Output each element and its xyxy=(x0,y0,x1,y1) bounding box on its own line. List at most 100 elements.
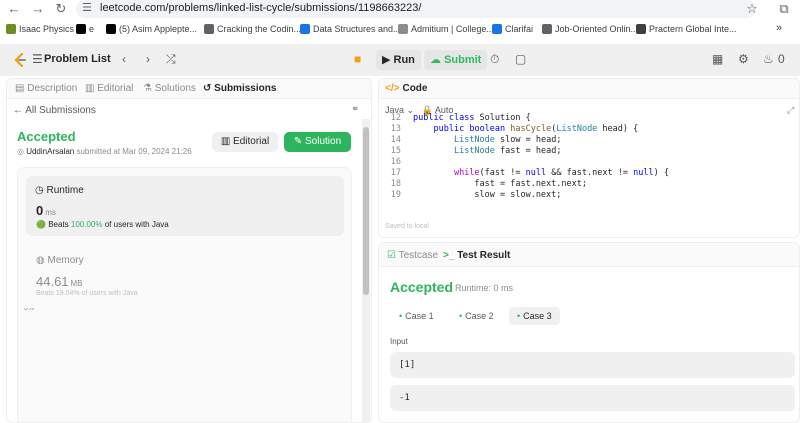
memory-title-text: Memory xyxy=(47,255,84,266)
input-head-box: [1] xyxy=(390,352,795,378)
bookmark-item[interactable]: (5) Asim Applepte... xyxy=(106,24,197,34)
saved-status: Saved to local xyxy=(385,223,429,230)
bookmark-label: Data Structures and... xyxy=(313,24,401,34)
runtime-beats-value: 100.00% xyxy=(70,220,103,229)
runtime-title: ◷ Runtime xyxy=(35,185,84,196)
test-runtime: Runtime: 0 ms xyxy=(455,283,514,293)
link-icon[interactable]: ⚭ xyxy=(351,104,359,115)
submit-button[interactable]: ☁ Submit xyxy=(424,50,488,70)
bookmark-item[interactable]: Job-Oriented Onlin... xyxy=(542,24,638,34)
case-3-tab[interactable]: • Case 3 xyxy=(509,307,560,325)
code-text: public class Solution { xyxy=(413,113,531,123)
code-editor[interactable]: 12 public class Solution {13 public boole… xyxy=(379,113,799,213)
streak-icon[interactable]: ♨ xyxy=(763,52,774,66)
bookmark-favicon-icon xyxy=(300,24,310,34)
scrollbar-thumb[interactable] xyxy=(363,127,369,295)
debug-icon[interactable]: ■ xyxy=(354,52,361,66)
notes-icon[interactable]: ▢ xyxy=(515,52,526,66)
username[interactable]: UddinArsalan xyxy=(26,147,74,156)
runtime-beats: 🟢 Beats 100.00% of users with Java xyxy=(36,220,169,229)
bookmark-item[interactable]: e xyxy=(76,24,94,34)
runtime-card[interactable]: ◷ Runtime 0 ms 🟢 Beats 100.00% of users w… xyxy=(26,176,344,236)
submit-label: Submit xyxy=(444,54,482,66)
tab-description-label: Description xyxy=(27,83,78,94)
site-info-icon[interactable]: ☰ xyxy=(82,1,92,14)
code-line: 17 while(fast != null && fast.next != nu… xyxy=(379,168,799,179)
tab-test-result-label: Test Result xyxy=(457,250,511,261)
back-arrow-icon[interactable]: ← xyxy=(6,1,22,17)
checkbox-icon: ☑ xyxy=(387,250,396,261)
code-line: 18 fast = fast.next.next; xyxy=(379,179,799,190)
leetcode-logo-icon[interactable] xyxy=(12,52,28,68)
tab-solutions[interactable]: ⚗ Solutions xyxy=(143,83,196,94)
tab-testcase[interactable]: ☑ Testcase xyxy=(387,250,438,261)
all-submissions-link[interactable]: ← All Submissions xyxy=(13,105,96,116)
browser-chrome: ← → ↻ ☰ leetcode.com/problems/linked-lis… xyxy=(0,0,800,42)
terminal-icon: >_ xyxy=(443,250,455,261)
case-3-label: Case 3 xyxy=(523,311,552,321)
tab-test-result[interactable]: >_ Test Result xyxy=(443,250,510,261)
layout-icon[interactable]: ▦ xyxy=(712,52,723,66)
bookmark-item[interactable]: Cracking the Codin... xyxy=(204,24,301,34)
submitted-time: submitted at Mar 09, 2024 21:26 xyxy=(76,147,192,156)
memory-title: ◍ Memory xyxy=(36,255,84,266)
bookmark-item[interactable]: Practern Global Inte... xyxy=(636,24,737,34)
case-pass-dot: • xyxy=(517,311,521,321)
problem-list-icon[interactable]: ☰ xyxy=(32,52,43,66)
editorial-button-label: Editorial xyxy=(233,136,270,147)
bookmarks-bar: Isaac Physics e (5) Asim Applepte... Cracki… xyxy=(0,22,800,40)
forward-arrow-icon[interactable]: → xyxy=(30,1,46,17)
submission-meta: ◎ UddinArsalan submitted at Mar 09, 2024… xyxy=(17,147,192,156)
bookmark-label: Practern Global Inte... xyxy=(649,24,737,34)
run-button[interactable]: ▶ Run xyxy=(376,50,421,70)
bookmark-item[interactable]: Data Structures and... xyxy=(300,24,401,34)
runtime-number: 0 xyxy=(36,203,44,218)
code-text: ListNode slow = head; xyxy=(453,135,562,145)
memory-number: 44.61 xyxy=(36,274,69,289)
tab-editorial-label: Editorial xyxy=(97,83,134,94)
memory-beats: Beats 19.04% of users with Java xyxy=(36,290,138,297)
code-line: 14 ListNode slow = head; xyxy=(379,135,799,146)
bookmark-item[interactable]: Isaac Physics xyxy=(6,24,74,34)
left-scrollbar[interactable] xyxy=(362,119,370,422)
code-line: 15 ListNode fast = head; xyxy=(379,146,799,157)
prev-problem-icon[interactable]: ‹ xyxy=(122,52,126,66)
shuffle-icon[interactable]: ⤮ xyxy=(166,52,176,67)
leetcode-topbar: ☰ Problem List ‹ › ⤮ ■ ▶ Run ☁ Submit ⏱ … xyxy=(0,44,800,76)
bookmark-label: Job-Oriented Onlin... xyxy=(555,24,639,34)
case-pass-dot: • xyxy=(459,311,463,321)
bookmark-favicon-icon xyxy=(636,24,646,34)
next-problem-icon[interactable]: › xyxy=(146,52,150,66)
problem-list-label[interactable]: Problem List xyxy=(44,53,111,65)
timer-icon[interactable]: ⏱ xyxy=(490,52,499,67)
more-bookmarks-button[interactable]: » xyxy=(776,22,782,34)
bookmark-favicon-icon xyxy=(76,24,86,34)
input-pos-box: -1 xyxy=(390,385,795,411)
bookmark-item[interactable]: Admitium | College... xyxy=(398,24,494,34)
reload-icon[interactable]: ↻ xyxy=(53,1,69,17)
input-label: Input xyxy=(390,337,408,346)
code-icon: </> xyxy=(385,83,400,94)
code-panel: </> Code Java ⌄ 🔒 Auto ⤢ 12 public class S… xyxy=(378,78,800,238)
extensions-icon[interactable]: ⧉ xyxy=(776,1,792,17)
editorial-button[interactable]: ▥ Editorial xyxy=(212,132,278,152)
bookmark-item[interactable]: Clarifai xyxy=(492,24,533,34)
solution-button[interactable]: ✎ Solution xyxy=(284,132,351,152)
bookmark-label: Cracking the Codin... xyxy=(217,24,302,34)
submission-status: Accepted xyxy=(17,129,76,144)
case-2-tab[interactable]: • Case 2 xyxy=(451,307,502,325)
case-1-tab[interactable]: • Case 1 xyxy=(391,307,442,325)
bookmark-star-icon[interactable]: ☆ xyxy=(744,1,760,17)
settings-gear-icon[interactable]: ⚙ xyxy=(738,52,749,66)
tab-editorial[interactable]: ▥ Editorial xyxy=(85,83,133,94)
bookmark-favicon-icon xyxy=(204,24,214,34)
address-bar[interactable]: ☰ leetcode.com/problems/linked-list-cycl… xyxy=(76,0,756,18)
tab-testcase-label: Testcase xyxy=(398,250,439,261)
stats-box: ◷ Runtime 0 ms 🟢 Beats 100.00% of users w… xyxy=(17,167,352,422)
run-label: Run xyxy=(393,54,415,66)
bookmark-favicon-icon xyxy=(492,24,502,34)
url-bar-row: ← → ↻ ☰ leetcode.com/problems/linked-lis… xyxy=(0,0,800,20)
tab-description[interactable]: ▤ Description xyxy=(15,83,77,94)
tab-submissions[interactable]: ↺ Submissions xyxy=(203,83,276,94)
case-1-label: Case 1 xyxy=(405,311,434,321)
